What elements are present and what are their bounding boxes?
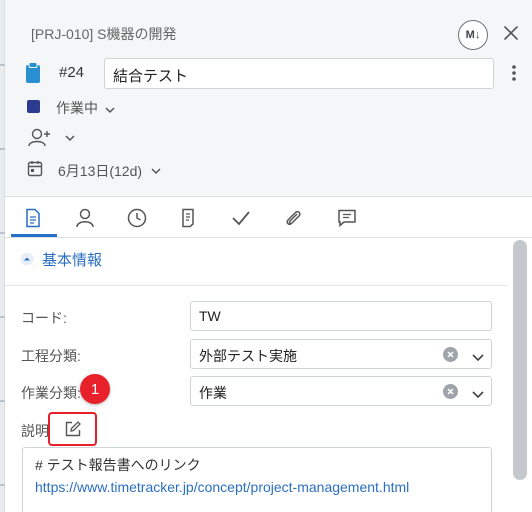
chevron-down-icon[interactable] [471, 349, 485, 365]
assignee-selector[interactable] [27, 127, 79, 154]
date-label: 6月13日(12d) [58, 161, 162, 181]
tab-person-icon[interactable] [72, 205, 98, 231]
markdown-toggle-button[interactable]: M↓ [458, 20, 488, 50]
clipboard-icon [25, 62, 41, 84]
work-select[interactable]: 作業 [190, 376, 492, 406]
chevron-down-icon[interactable] [471, 386, 485, 402]
task-title-row: #24 結合テスト [24, 58, 524, 89]
date-selector[interactable]: 6月13日(12d) [27, 159, 161, 184]
section-title: 基本情報 [42, 252, 103, 269]
chevron-down-icon [104, 102, 116, 120]
scrollbar-thumb[interactable] [513, 240, 527, 480]
close-icon[interactable] [500, 22, 522, 44]
clear-icon[interactable] [443, 347, 458, 362]
edit-icon [65, 421, 81, 437]
description-heading: # テスト報告書へのリンク [35, 457, 201, 473]
detail-tabs [5, 197, 532, 238]
task-number: #24 [59, 64, 85, 81]
code-input[interactable]: TW [190, 301, 492, 331]
tab-comment-icon[interactable] [334, 205, 360, 231]
tab-check-icon[interactable] [228, 205, 254, 231]
task-header: [PRJ-010] S機器の開発 M↓ #24 結合テスト 作業中 6月13日(… [5, 0, 532, 197]
field-label-process: 工程分類: [21, 348, 81, 364]
active-tab-indicator [11, 234, 57, 237]
process-value: 外部テスト実施 [199, 348, 297, 364]
clear-icon[interactable] [443, 384, 458, 399]
status-color-swatch [27, 100, 40, 113]
tab-notes-icon[interactable] [176, 205, 202, 231]
field-label-work: 作業分類: [21, 385, 81, 401]
chevron-down-icon [151, 168, 161, 175]
work-value: 作業 [199, 385, 227, 401]
add-person-icon [28, 128, 75, 147]
collapse-icon [20, 252, 34, 266]
description-content: # テスト報告書へのリンク https://www.timetracker.jp… [22, 447, 492, 512]
tab-document-icon[interactable] [20, 205, 46, 231]
task-title-input[interactable]: 結合テスト [104, 58, 494, 89]
description-link[interactable]: https://www.timetracker.jp/concept/proje… [35, 476, 479, 498]
tab-paperclip-icon[interactable] [280, 205, 306, 231]
callout-badge: 1 [80, 374, 110, 404]
divider [5, 285, 508, 286]
tab-clock-icon[interactable] [124, 205, 150, 231]
code-value: TW [199, 308, 221, 324]
more-options-icon[interactable] [509, 63, 519, 83]
project-name[interactable]: [PRJ-010] S機器の開発 [31, 24, 176, 44]
field-label-code: コード: [21, 310, 67, 326]
status-label: 作業中 [56, 100, 98, 116]
process-select[interactable]: 外部テスト実施 [190, 339, 492, 369]
calendar-icon [27, 161, 43, 177]
edit-description-button[interactable] [48, 412, 97, 446]
